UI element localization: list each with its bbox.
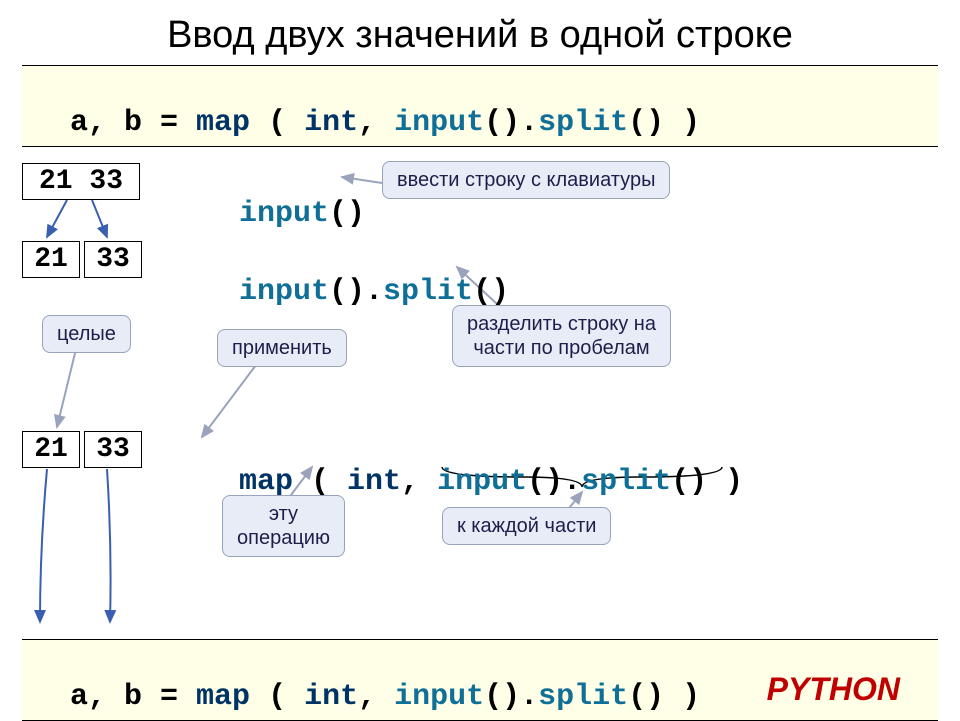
code-seg: input — [394, 106, 484, 140]
code-seg: (). — [329, 275, 383, 309]
callout-apply: применить — [217, 329, 347, 367]
diagram-stage: 21 33 input() ввести строку с клавиатуры… — [22, 147, 938, 635]
callout-this-operation: эту операцию — [222, 495, 345, 557]
code-seg: input — [437, 465, 527, 499]
code-seg: , — [358, 106, 394, 140]
code-seg: a, b = — [70, 106, 196, 140]
code-seg: input — [239, 275, 329, 309]
code-seg: a, b = — [70, 680, 196, 714]
code-seg: () ) — [671, 465, 743, 499]
code-seg: int — [304, 680, 358, 714]
code-seg: map — [239, 465, 293, 499]
code-seg: map — [196, 680, 250, 714]
code-seg: () — [329, 197, 365, 231]
value-box-21-int: 21 — [22, 431, 80, 468]
code-seg: ( — [293, 465, 347, 499]
code-seg: , — [401, 465, 437, 499]
callout-whole-numbers: целые — [42, 315, 131, 353]
arrows-overlay — [22, 147, 938, 635]
code-seg: (). — [527, 465, 581, 499]
value-box-21: 21 — [22, 241, 80, 278]
callout-each-part: к каждой части — [442, 507, 611, 545]
code-seg: , — [358, 680, 394, 714]
slide-title: Ввод двух значений в одной строке — [0, 0, 960, 65]
value-box-combined: 21 33 — [22, 163, 140, 200]
code-seg: (). — [484, 106, 538, 140]
code-seg: input — [394, 680, 484, 714]
code-seg: map — [196, 106, 250, 140]
code-seg: (). — [484, 680, 538, 714]
callout-keyboard: ввести строку с клавиатуры — [382, 161, 670, 199]
code-seg: split — [538, 106, 628, 140]
language-label: PYTHON — [767, 671, 900, 708]
code-seg: input — [239, 197, 329, 231]
code-seg: () ) — [628, 680, 700, 714]
code-bar-top: a, b = map ( int, input().split() ) — [22, 65, 938, 147]
code-seg: int — [347, 465, 401, 499]
code-seg: ( — [250, 106, 304, 140]
value-box-33-int: 33 — [84, 431, 142, 468]
value-box-33: 33 — [84, 241, 142, 278]
code-seg: split — [383, 275, 473, 309]
code-seg: () ) — [628, 106, 700, 140]
code-seg: split — [538, 680, 628, 714]
code-seg: split — [581, 465, 671, 499]
code-seg: ( — [250, 680, 304, 714]
code-seg: int — [304, 106, 358, 140]
code-seg: () — [473, 275, 509, 309]
callout-split-desc: разделить строку на части по пробелам — [452, 305, 671, 367]
